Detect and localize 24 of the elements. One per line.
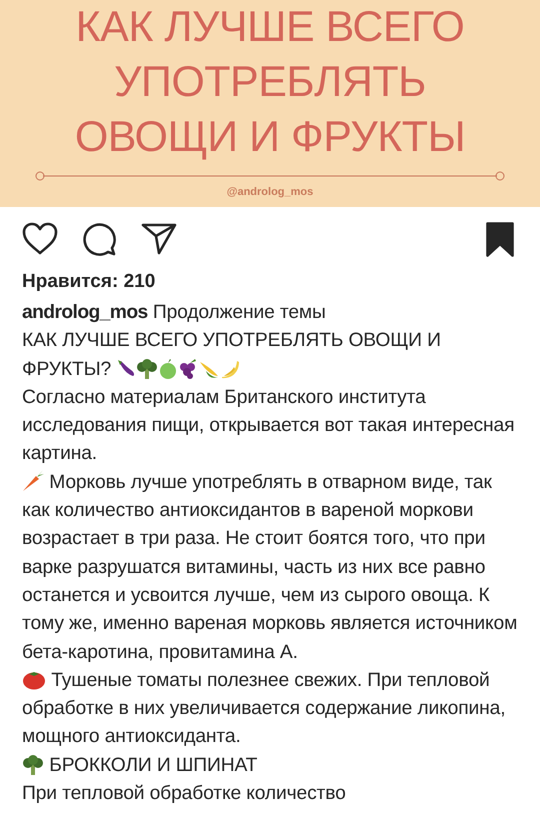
image-title: КАК ЛУЧШЕ ВСЕГО	[76, 2, 464, 53]
eggplant-icon	[116, 358, 136, 379]
grapes-icon	[178, 358, 198, 379]
image-handle: @androlog_mos	[226, 185, 314, 199]
image-title: ОВОЩИ И ФРУКТЫ	[74, 112, 466, 163]
apple-icon	[158, 358, 178, 379]
broccoli-icon	[136, 358, 158, 379]
carrot-icon	[22, 470, 44, 492]
comment-icon[interactable]	[82, 222, 117, 256]
caption-paragraph: КАК ЛУЧШЕ ВСЕГО УПОТРЕБЛЯТЬ ОВОЩИ И ФРУКТЫ?	[22, 329, 442, 382]
broccoli-icon	[22, 754, 44, 775]
bookmark-icon[interactable]	[486, 222, 514, 257]
caption-paragraph: Тушеные томаты полезнее свежих. При тепловой обработке в них увеличивается содержание ликопина, мощного антиоксиданта.	[22, 666, 506, 750]
caption-paragraph: БРОККОЛИ И ШПИНАТ	[22, 752, 518, 780]
username-link[interactable]: androlog_mos	[22, 302, 148, 323]
banana-icon	[220, 358, 240, 379]
share-icon[interactable]	[141, 222, 177, 256]
caption-paragraph: androlog_mos Продолжение темы	[22, 301, 327, 325]
image-title: УПОТРЕБЛЯТЬ	[114, 57, 426, 108]
likes-count[interactable]: Нравится: 210	[0, 269, 540, 295]
caption-paragraph: Морковь лучше употреблять в отварном виде, так как количество антиоксидантов в вареной моркови возрастает в три раза. Не стоит боятся того, что при варке разрушатся витамины, часть из них все равно останется и усвоится лучше, чем из сырого овоща. К тому же, именно вареная морковь является источником бета-каротина, провитамина А.	[22, 468, 518, 665]
caption-paragraph: Согласно материалам Британского института исследования пищи, открывается вот такая интересная картина.	[22, 386, 516, 466]
like-icon[interactable]	[22, 222, 58, 255]
caption-paragraph: При тепловой обработке количество	[22, 782, 347, 806]
